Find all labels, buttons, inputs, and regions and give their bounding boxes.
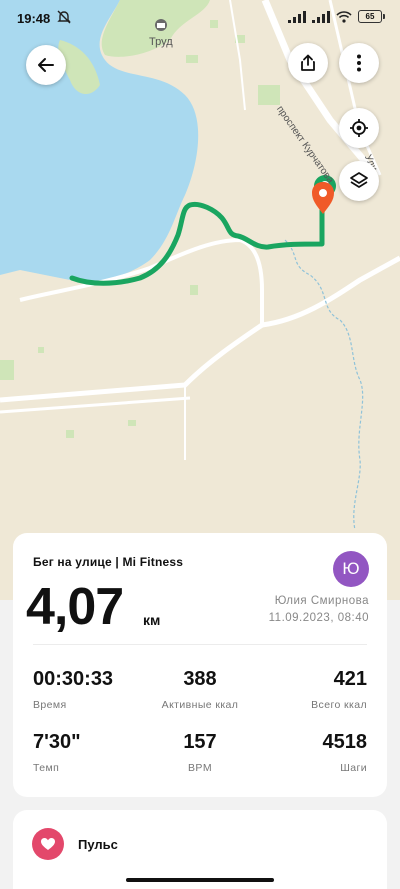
status-time: 19:48 bbox=[17, 11, 51, 26]
stat-total-kcal: 421 Всего ккал bbox=[311, 668, 367, 711]
layers-icon bbox=[350, 172, 368, 188]
distance-unit: км bbox=[143, 612, 161, 628]
stat-bpm: 157 BPM bbox=[150, 731, 250, 774]
battery-icon: 65 bbox=[358, 10, 385, 23]
heart-icon bbox=[32, 828, 64, 860]
stat-label: Всего ккал bbox=[311, 699, 367, 711]
stat-time: 00:30:33 Время bbox=[33, 668, 113, 711]
back-button[interactable] bbox=[26, 45, 66, 85]
stat-value: 388 bbox=[183, 668, 217, 690]
stat-pace: 7'30" Темп bbox=[33, 731, 81, 774]
avatar[interactable]: Ю bbox=[333, 551, 369, 587]
user-name: Юлия Смирнова bbox=[274, 595, 369, 607]
layers-button[interactable] bbox=[339, 161, 379, 201]
more-icon bbox=[357, 54, 361, 72]
workout-date: 11.09.2023, 08:40 bbox=[268, 612, 369, 624]
stat-value: 00:30:33 bbox=[33, 668, 114, 690]
share-icon bbox=[301, 54, 315, 71]
stat-label: Время bbox=[33, 699, 67, 711]
stat-value: 7'30" bbox=[33, 731, 81, 753]
workout-summary-card: Бег на улице | Mi Fitness 4,07 км Ю Юлия… bbox=[13, 533, 387, 797]
stat-value: 421 bbox=[333, 668, 367, 690]
signal-icon bbox=[288, 10, 306, 23]
stat-label: Темп bbox=[33, 762, 60, 774]
distance-value: 4,07 bbox=[26, 578, 124, 636]
signal-icon bbox=[312, 10, 330, 23]
pulse-label: Пульс bbox=[78, 837, 118, 852]
back-icon bbox=[38, 58, 54, 72]
map-label-village: Труд bbox=[149, 36, 173, 48]
stat-value: 157 bbox=[183, 731, 217, 753]
wifi-icon bbox=[336, 10, 352, 23]
stat-label: BPM bbox=[188, 762, 212, 774]
share-button[interactable] bbox=[288, 43, 328, 83]
locate-icon bbox=[350, 119, 368, 137]
stat-label: Активные ккал bbox=[161, 699, 239, 711]
more-button[interactable] bbox=[339, 43, 379, 83]
stat-label: Шаги bbox=[340, 762, 367, 774]
status-bar: 19:48 65 bbox=[0, 0, 400, 36]
system-icons: 65 bbox=[288, 10, 385, 23]
activity-title: Бег на улице | Mi Fitness bbox=[33, 555, 184, 569]
home-indicator[interactable] bbox=[126, 878, 274, 882]
locate-button[interactable] bbox=[339, 108, 379, 148]
map-canvas bbox=[0, 0, 400, 600]
route-map[interactable]: Труд проспект Курчатова Ули bbox=[0, 0, 400, 600]
stat-active-kcal: 388 Активные ккал bbox=[150, 668, 250, 711]
stat-value: 4518 bbox=[322, 731, 368, 753]
stat-steps: 4518 Шаги bbox=[323, 731, 368, 774]
mute-icon bbox=[57, 10, 71, 24]
divider bbox=[33, 644, 367, 645]
